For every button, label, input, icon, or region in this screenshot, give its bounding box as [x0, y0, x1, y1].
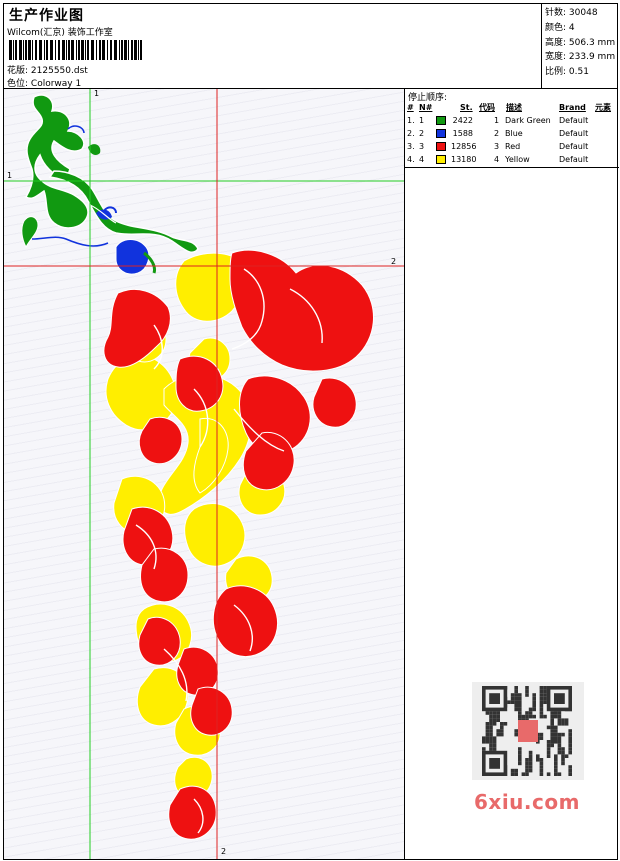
- colorway-value: Colorway 1: [30, 79, 82, 89]
- colorway-line: 色位: Colorway 1: [7, 76, 81, 89]
- table-row: 2. 2 1588 2 Blue Default: [405, 127, 619, 140]
- row-desc: Yellow: [505, 155, 530, 164]
- guide-horizontal-1-label: 1: [7, 171, 13, 180]
- col-n: N#: [419, 103, 433, 112]
- stop-sequence-table: # N# St. 代码 描述 Brand 元素 1. 1 2422 1 Dark Gre…: [405, 101, 619, 166]
- color-swatch: [436, 116, 446, 125]
- row-code: 1: [494, 116, 500, 125]
- row-desc: Dark Green: [505, 116, 551, 125]
- stat-colors: 颜色: 4: [545, 22, 575, 33]
- row-n: 1: [419, 116, 425, 125]
- color-swatch: [436, 155, 446, 164]
- row-n: 3: [419, 142, 425, 151]
- table-row: 4. 4 13180 4 Yellow Default: [405, 153, 619, 166]
- col-desc: 描述: [506, 103, 522, 112]
- guide-horizontal-2-label: 2: [391, 257, 397, 266]
- row-stitches: 1588: [452, 129, 473, 138]
- green-motif: [21, 94, 199, 253]
- row-code: 2: [494, 129, 500, 138]
- barcode: [9, 40, 142, 60]
- stat-stitches: 针数: 30048: [545, 8, 598, 18]
- studio-name: Wilcom(汇京) 装饰工作室: [7, 28, 113, 38]
- stats-box: 针数: 30048 颜色: 4 高度: 506.3 mm 宽度: 233.9 m…: [541, 3, 618, 89]
- row-brand: Default: [559, 142, 589, 151]
- stat-scale: 比例: 0.51: [545, 67, 589, 78]
- design-file-label: 花版:: [7, 66, 29, 76]
- colorway-label: 色位:: [7, 79, 29, 89]
- col-st: St.: [460, 103, 473, 112]
- row-brand: Default: [559, 116, 589, 125]
- col-code: 代码: [479, 103, 495, 112]
- table-divider: [405, 167, 619, 168]
- design-file-line: 花版: 2125550.dst: [7, 63, 88, 76]
- col-num: #: [407, 103, 414, 112]
- table-header: # N# St. 代码 描述 Brand 元素: [405, 101, 619, 114]
- row-code: 3: [494, 142, 500, 151]
- row-stitches: 13180: [451, 155, 477, 164]
- row-stitches: 2422: [452, 116, 473, 125]
- qr-code-image: [482, 686, 572, 776]
- row-num: 1.: [407, 116, 415, 125]
- header: 生产作业图 Wilcom(汇京) 装饰工作室 花版: 2125550.dst 色…: [3, 3, 618, 89]
- design-file-value: 2125550.dst: [30, 66, 88, 76]
- row-brand: Default: [559, 155, 589, 164]
- col-brand: Brand: [559, 103, 586, 112]
- row-code: 4: [494, 155, 500, 164]
- blue-motif: [89, 204, 156, 275]
- table-row: 1. 1 2422 1 Dark Green Default: [405, 114, 619, 127]
- design-canvas: 1 1 2 2: [4, 89, 404, 859]
- row-stitches: 12856: [451, 142, 477, 151]
- embroidery-design: [4, 89, 404, 859]
- row-num: 2.: [407, 129, 415, 138]
- row-n: 2: [419, 129, 425, 138]
- row-brand: Default: [559, 129, 589, 138]
- page-title: 生产作业图: [9, 8, 84, 24]
- color-swatch: [436, 142, 446, 151]
- stat-width: 宽度: 233.9 mm: [545, 52, 616, 63]
- qr-code: [472, 682, 584, 780]
- col-element: 元素: [595, 103, 611, 112]
- stat-height: 高度: 506.3 mm: [545, 37, 616, 48]
- row-desc: Red: [505, 142, 521, 151]
- guide-vertical-2-label: 2: [221, 847, 227, 856]
- watermark: 6xiu.com: [474, 790, 580, 814]
- row-n: 4: [419, 155, 425, 164]
- row-desc: Blue: [505, 129, 523, 138]
- color-swatch: [436, 129, 446, 138]
- row-num: 4.: [407, 155, 415, 164]
- table-row: 3. 3 12856 3 Red Default: [405, 140, 619, 153]
- row-num: 3.: [407, 142, 415, 151]
- guide-vertical-1-label: 1: [94, 89, 100, 98]
